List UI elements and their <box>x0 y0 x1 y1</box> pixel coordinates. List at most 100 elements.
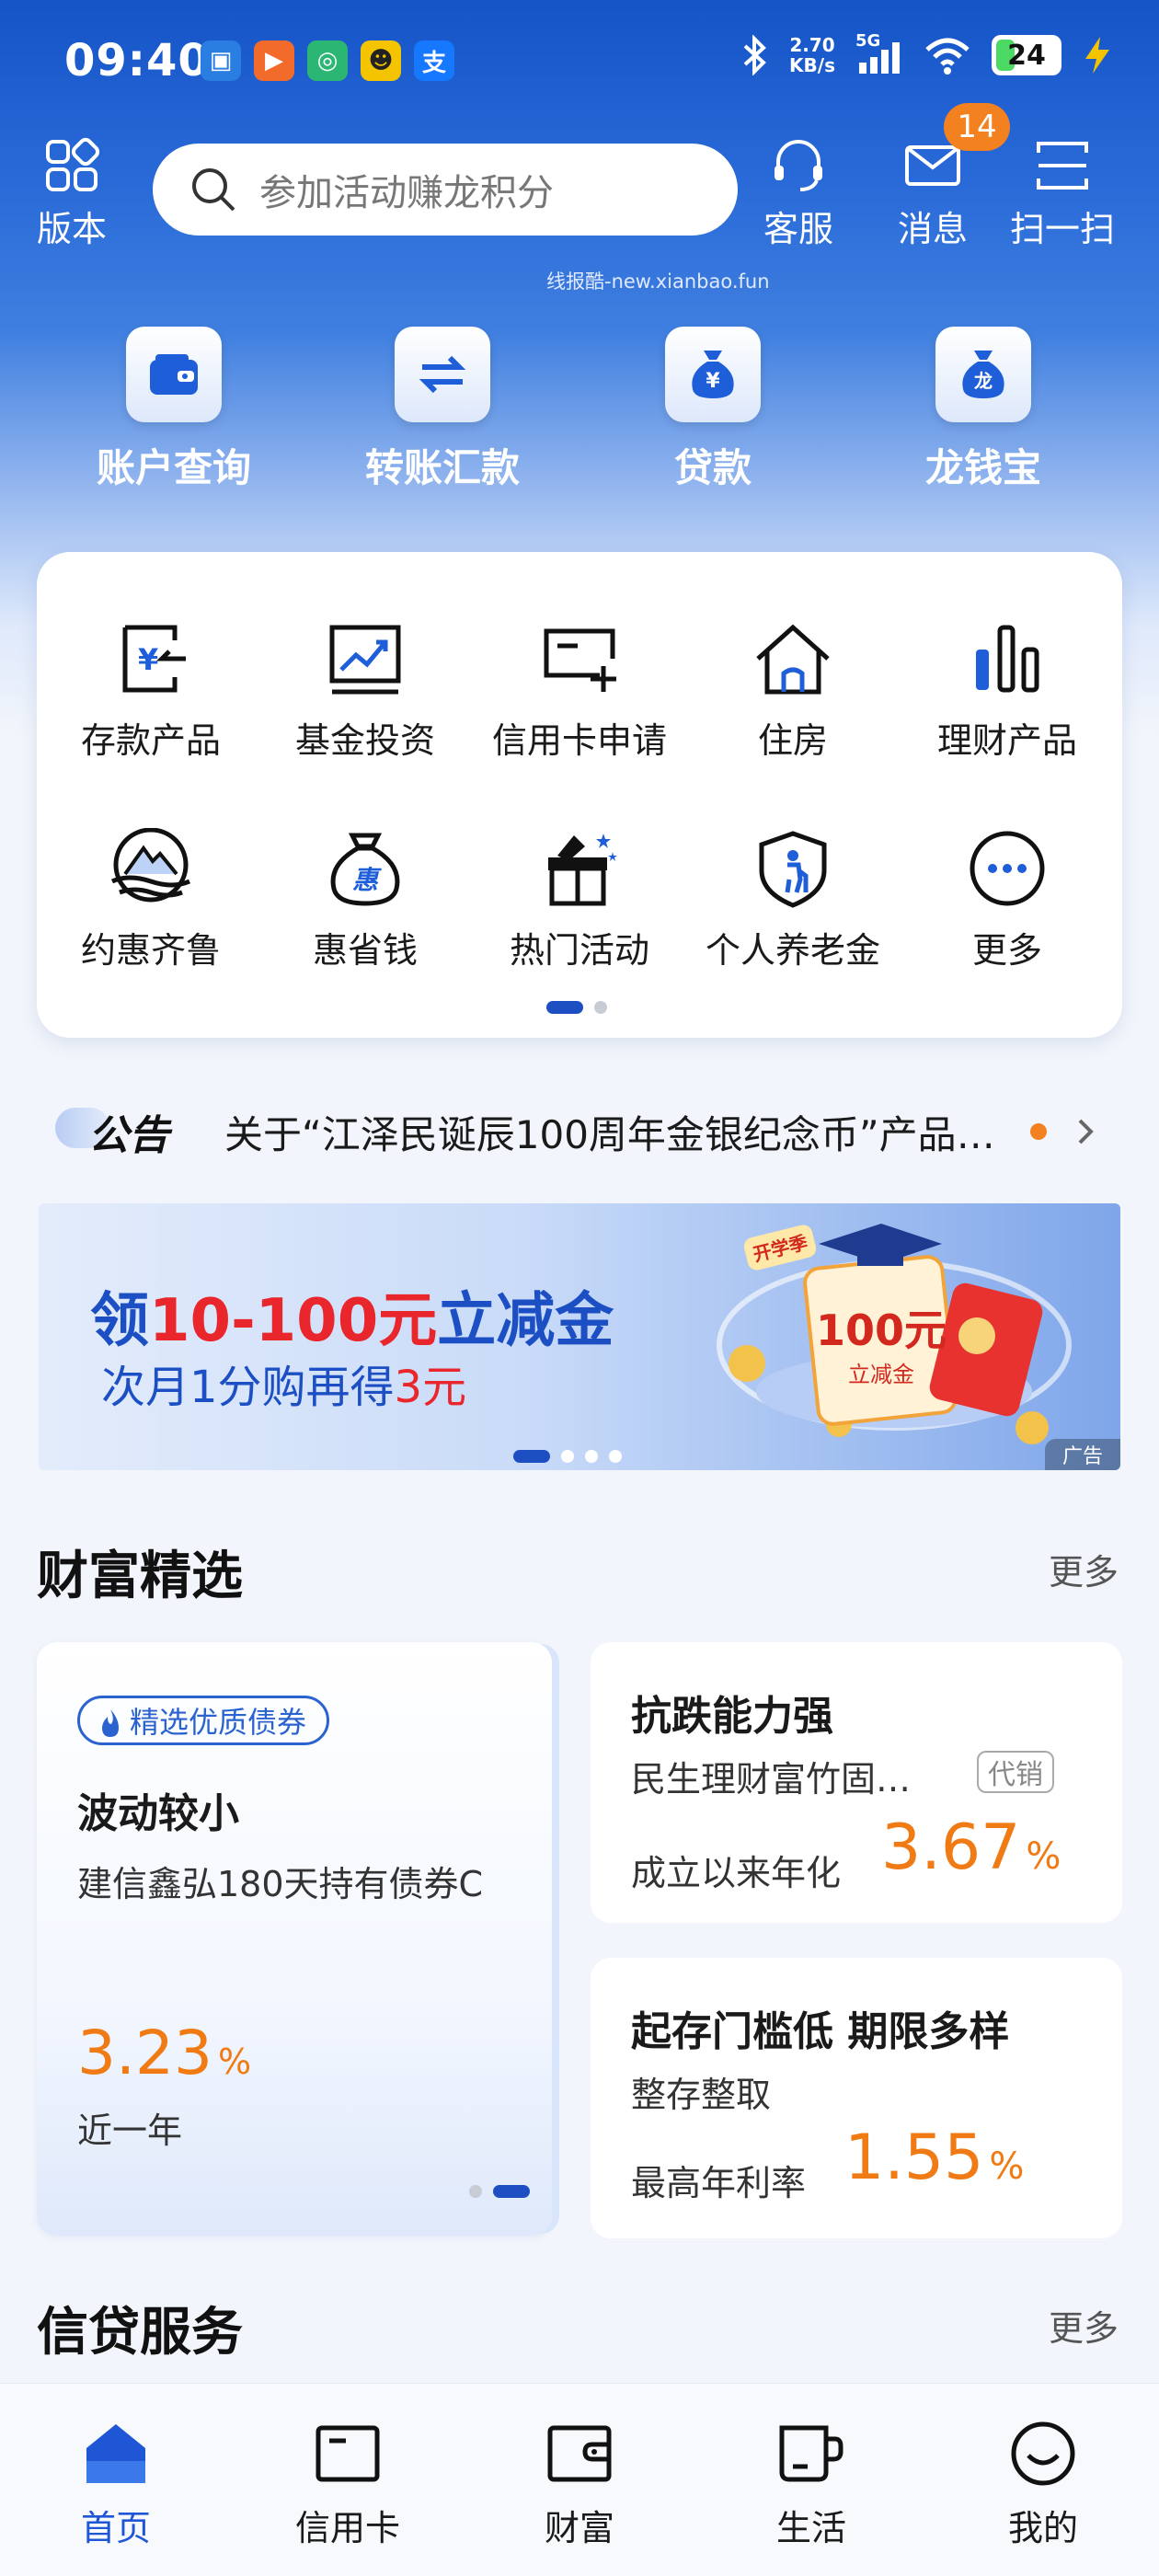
scan-icon <box>1037 142 1088 190</box>
app-icon-3: ◎ <box>307 40 348 81</box>
card-headline: 抗跌能力强 <box>631 1693 833 1740</box>
tab-home[interactable]: 首页 <box>24 2421 208 2550</box>
announcement-tag: 公告 <box>37 1102 169 1161</box>
smile-icon <box>1011 2421 1075 2486</box>
home-icon <box>86 2424 145 2483</box>
ad-label: 广告 <box>1045 1439 1120 1470</box>
featured-headline: 波动较小 <box>77 1790 239 1837</box>
featured-product-name: 建信鑫弘180天持有债券C <box>77 1864 484 1904</box>
page-dot <box>561 1450 574 1463</box>
app-icon-1: ▣ <box>201 40 241 81</box>
watermark-text: 线报酷-new.xianbao.fun <box>546 270 770 293</box>
card-rate-label: 成立以来年化 <box>631 1853 842 1893</box>
alipay-icon: 支 <box>414 40 454 81</box>
service-personal-pension[interactable]: 个人养老金 <box>687 828 899 972</box>
bottom-tab-bar: 首页 信用卡 财富 生活 我的 <box>0 2383 1159 2576</box>
svg-text:惠: 惠 <box>352 865 382 895</box>
service-hot-events[interactable]: 热门活动 <box>474 828 685 972</box>
tab-life[interactable]: 生活 <box>719 2421 903 2550</box>
quick-account-query[interactable]: 账户查询 <box>86 327 261 493</box>
fund-chart-icon <box>329 625 401 695</box>
status-time: 09:40 <box>64 35 210 86</box>
service-fund[interactable]: 基金投资 <box>259 618 471 763</box>
wealth-card-anti-drop[interactable]: 抗跌能力强 民生理财富竹固… 代销 成立以来年化 3.67% <box>591 1642 1122 1923</box>
hui-bag-icon: 惠 <box>330 833 400 906</box>
wealth-section-title: 财富精选 <box>37 1547 243 1606</box>
page-dot <box>469 2185 482 2198</box>
svg-text:100元: 100元 <box>816 1305 947 1355</box>
page-dot <box>609 1450 622 1463</box>
credit-section-title: 信贷服务 <box>37 2303 243 2363</box>
app-icon-4: ☻ <box>361 40 401 81</box>
wealth-more-link[interactable]: 更多 <box>1049 1544 1119 1594</box>
house-icon <box>756 624 830 695</box>
card-product-name: 整存整取 <box>631 2075 772 2115</box>
service-yuehui-qilu[interactable]: 约惠齐鲁 <box>45 828 257 972</box>
bluetooth-icon <box>743 35 766 75</box>
grid-page-indicator <box>546 1001 607 1014</box>
search-bar[interactable]: 参加活动赚龙积分 <box>153 144 738 236</box>
card-product-name: 民生理财富竹固… <box>631 1759 912 1800</box>
card-rate: 1.55% <box>844 2122 1025 2194</box>
card-rate-label: 最高年利率 <box>631 2163 807 2203</box>
service-credit-card-apply[interactable]: 信用卡申请 <box>474 618 685 763</box>
announcement-text: 关于“江泽民诞辰100周年金银纪念币”产品介绍及预约相关事宜 <box>224 1111 1025 1157</box>
wallet-icon <box>547 2425 612 2482</box>
charging-icon <box>1085 37 1109 74</box>
banner-headline: 领10-100元立减金 <box>90 1287 614 1355</box>
deposit-icon: ¥ <box>122 625 186 693</box>
banner-subline: 次月1分购再得3元 <box>101 1362 467 1413</box>
agency-sale-tag: 代销 <box>977 1751 1054 1793</box>
promo-banner[interactable]: 领10-100元立减金 次月1分购再得3元 100元 立减金 开学季 广告 <box>39 1203 1120 1470</box>
gift-icon <box>548 834 617 906</box>
card-add-icon <box>544 628 616 692</box>
svg-text:¥: ¥ <box>706 370 720 393</box>
net-speed: 2.70 KB/s <box>789 34 835 76</box>
featured-page-indicator <box>469 2185 530 2198</box>
unread-dot <box>1030 1123 1047 1140</box>
service-hui-save[interactable]: 惠 惠省钱 <box>259 828 471 972</box>
money-bag-long-icon: 龙 <box>962 351 1004 398</box>
scan-button[interactable]: 扫一扫 <box>1010 136 1115 251</box>
transfer-icon <box>419 355 466 394</box>
announcement-bar[interactable]: 公告 关于“江泽民诞辰100周年金银纪念币”产品介绍及预约相关事宜 <box>37 1095 1122 1168</box>
quick-transfer[interactable]: 转账汇款 <box>355 327 530 493</box>
battery-icon: 24 <box>992 35 1061 75</box>
banner-page-indicator <box>513 1450 622 1463</box>
quick-loan[interactable]: ¥ 贷款 <box>625 327 800 493</box>
messages-button[interactable]: 消息 <box>898 136 968 251</box>
flame-icon <box>102 1709 119 1737</box>
app-icon-2: ▶ <box>254 40 294 81</box>
service-deposit[interactable]: ¥ 存款产品 <box>45 618 257 763</box>
wifi-icon <box>925 38 970 75</box>
customer-service-button[interactable]: 客服 <box>763 136 833 251</box>
service-more[interactable]: 更多 <box>901 828 1113 972</box>
search-placeholder: 参加活动赚龙积分 <box>259 172 554 214</box>
page-dot-active <box>493 2185 530 2198</box>
tab-mine[interactable]: 我的 <box>951 2421 1135 2550</box>
service-housing[interactable]: 住房 <box>687 618 899 763</box>
page-dot-active <box>546 1001 583 1014</box>
featured-bond-pill: 精选优质债券 <box>77 1696 330 1745</box>
card-rate: 3.67% <box>881 1811 1061 1884</box>
quick-longqianbao[interactable]: 龙 龙钱宝 <box>896 327 1071 493</box>
wealth-card-featured[interactable]: 精选优质债券 波动较小 建信鑫弘180天持有债券C 3.23% 近一年 <box>37 1642 552 2236</box>
headset-icon <box>775 140 822 191</box>
shield-person-icon <box>759 831 827 908</box>
tab-credit-card[interactable]: 信用卡 <box>256 2421 440 2550</box>
chevron-right-icon <box>1078 1119 1094 1144</box>
service-grid-card: ¥ 存款产品 基金投资 信用卡申请 住房 理财产品 约惠齐鲁 惠 惠省钱 热门活… <box>37 552 1122 1038</box>
credit-more-link[interactable]: 更多 <box>1049 2300 1119 2351</box>
cell-signal-icon: 5G <box>855 31 903 75</box>
wealth-card-fixed-deposit[interactable]: 起存门槛低 期限多样 整存整取 最高年利率 1.55% <box>591 1958 1122 2238</box>
coupon-illustration: 100元 立减金 开学季 <box>717 1224 1072 1444</box>
page-dot <box>585 1450 598 1463</box>
tab-wealth[interactable]: 财富 <box>488 2421 671 2550</box>
search-icon <box>192 168 235 212</box>
page-dot <box>594 1001 607 1014</box>
version-button[interactable]: 版本 <box>37 136 107 251</box>
svg-text:立减金: 立减金 <box>848 1362 914 1387</box>
service-wealth-products[interactable]: 理财产品 <box>901 618 1113 763</box>
svg-text:¥: ¥ <box>138 642 158 677</box>
message-count-badge: 14 <box>944 103 1010 151</box>
